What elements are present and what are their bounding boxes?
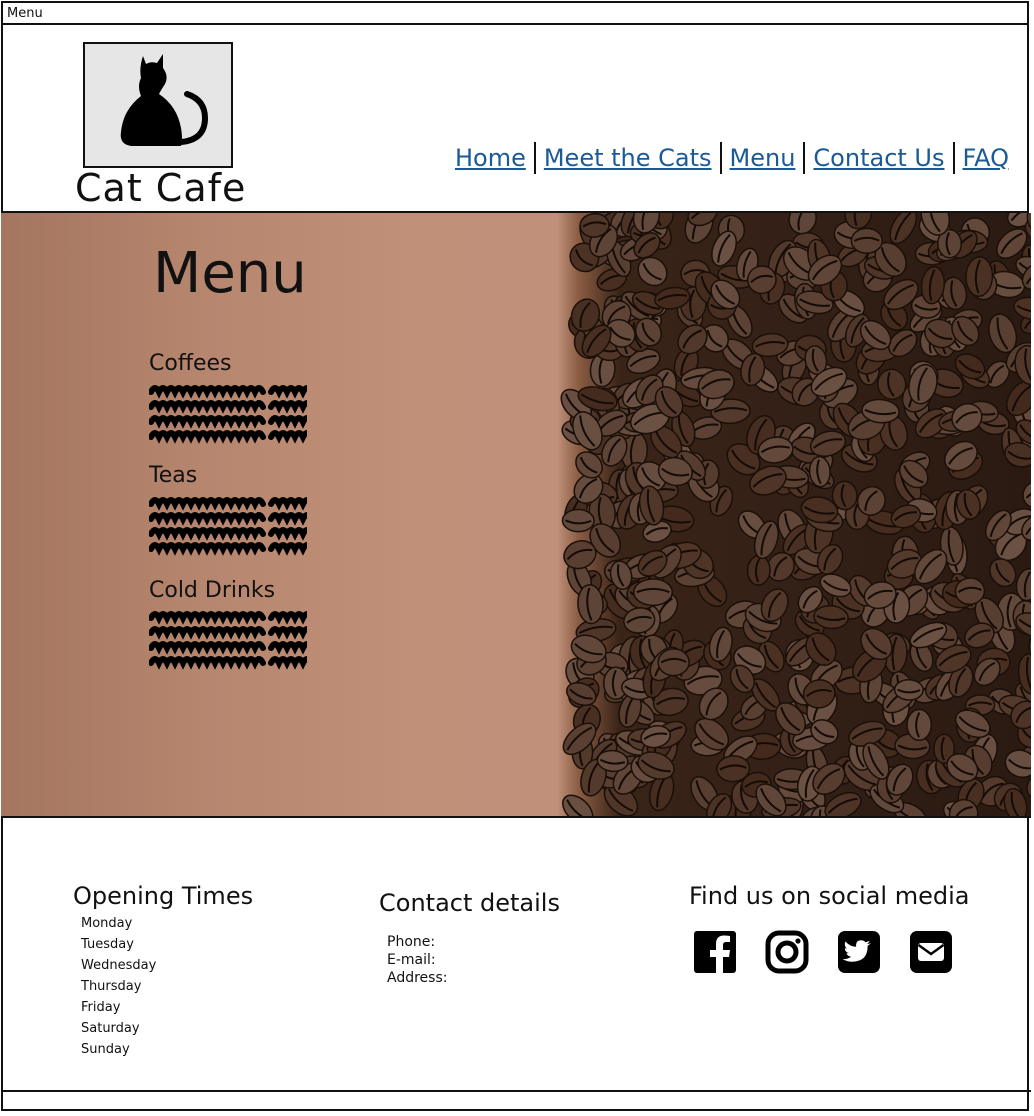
menu-section-cold-drinks: Cold Drinks — [149, 578, 276, 603]
opening-times-list: Monday Tuesday Wednesday Thursday Friday… — [81, 916, 156, 1063]
email-icon[interactable] — [909, 930, 953, 974]
nav-contact-us[interactable]: Contact Us — [813, 144, 944, 172]
phone-label: Phone: — [387, 934, 436, 950]
social-media-heading: Find us on social media — [689, 882, 970, 910]
site-footer: Opening Times Monday Tuesday Wednesday T… — [1, 816, 1031, 1092]
placeholder-text-scribble — [149, 611, 307, 670]
nav-divider — [533, 142, 536, 174]
page-title: Menu — [153, 241, 307, 306]
list-item: Saturday — [81, 1021, 140, 1036]
facebook-icon[interactable] — [693, 930, 737, 974]
list-item: Friday — [81, 1000, 121, 1015]
twitter-icon[interactable] — [837, 930, 881, 974]
window-title: Menu — [7, 6, 43, 21]
social-icons — [693, 930, 981, 974]
brand-name: Cat Cafe — [75, 166, 247, 210]
menu-section-coffees: Coffees — [149, 351, 232, 376]
opening-times-heading: Opening Times — [73, 882, 254, 910]
nav-divider — [719, 142, 722, 174]
main-nav: Home Meet the Cats Menu Contact Us FAQ — [455, 142, 1009, 174]
nav-divider — [803, 142, 806, 174]
list-item: Monday — [81, 916, 133, 931]
list-item: Tuesday — [81, 937, 134, 952]
menu-section-teas: Teas — [149, 463, 198, 488]
list-item: Sunday — [81, 1042, 130, 1057]
site-header: Cat Cafe Home Meet the Cats Menu Contact… — [1, 24, 1029, 213]
instagram-icon[interactable] — [765, 930, 809, 974]
nav-divider — [952, 142, 955, 174]
title-bar: Menu — [1, 1, 1029, 25]
nav-home[interactable]: Home — [455, 144, 526, 172]
contact-details-list: Phone: E-mail: Address: — [387, 934, 447, 988]
list-item: Wednesday — [81, 958, 157, 973]
address-label: Address: — [387, 970, 448, 986]
nav-faq[interactable]: FAQ — [963, 144, 1010, 172]
placeholder-text-scribble — [149, 497, 307, 556]
placeholder-text-scribble — [149, 385, 307, 444]
hero-section: Menu Coffees Teas Cold Drinks — [1, 213, 1031, 816]
nav-meet-the-cats[interactable]: Meet the Cats — [544, 144, 712, 172]
list-item: Thursday — [81, 979, 142, 994]
coffee-beans-image — [560, 213, 1031, 816]
email-label: E-mail: — [387, 952, 436, 968]
logo[interactable] — [83, 42, 233, 168]
nav-menu[interactable]: Menu — [730, 144, 796, 172]
contact-details-heading: Contact details — [379, 889, 560, 917]
cat-silhouette-icon — [120, 54, 209, 146]
